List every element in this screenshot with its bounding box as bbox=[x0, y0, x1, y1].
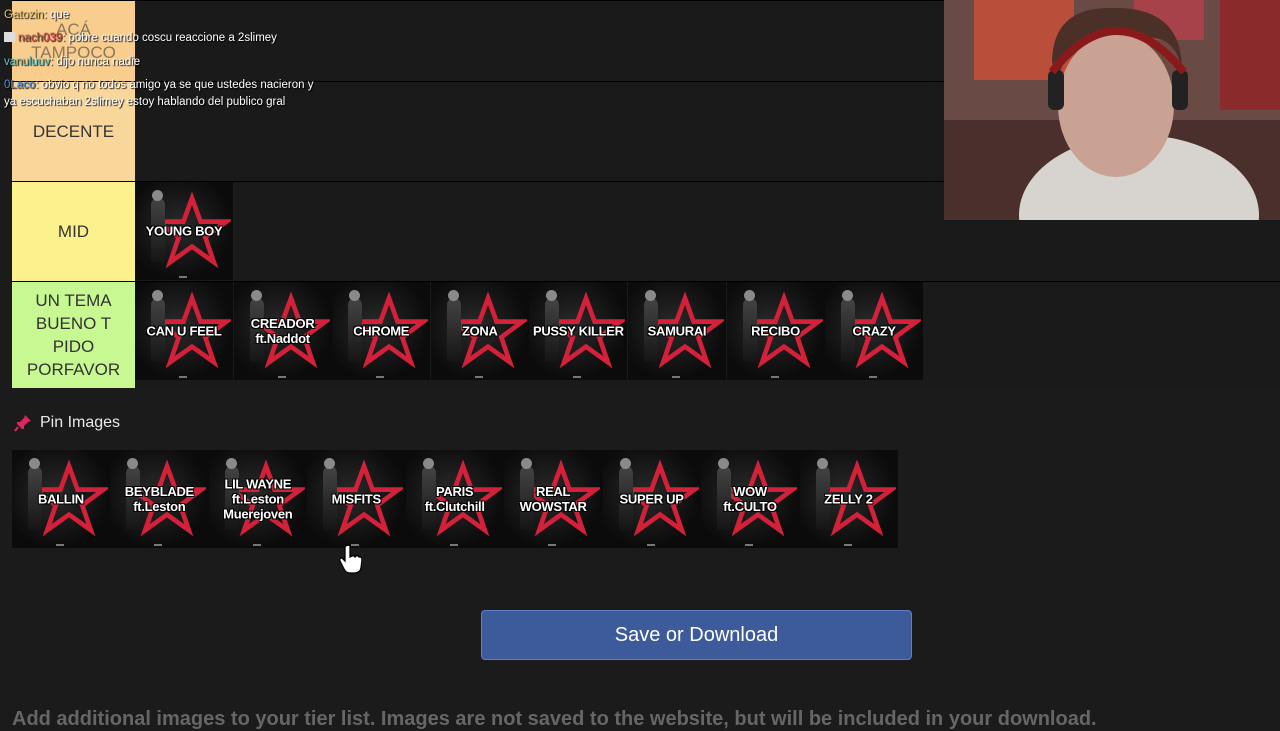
chat-message: 0Laco: obvio q no todos amigo ya se que … bbox=[4, 77, 313, 94]
chat-message: vanuluuv: dijo nunca nadie bbox=[4, 54, 140, 71]
song-tile[interactable]: WOW ft.CULTO bbox=[701, 450, 799, 548]
tile-marker bbox=[573, 376, 582, 378]
tier-label[interactable]: UN TEMA BUENO T PIDO PORFAVOR bbox=[12, 282, 135, 388]
song-tile[interactable]: RECIBO bbox=[726, 282, 825, 380]
song-tile[interactable]: CRAZY bbox=[825, 282, 924, 380]
save-or-download-button[interactable]: Save or Download bbox=[481, 610, 912, 660]
chat-username: Gatozin bbox=[4, 9, 44, 21]
song-title: CHROME bbox=[353, 323, 410, 339]
song-title: YOUNG BOY bbox=[145, 223, 223, 239]
tile-marker bbox=[252, 544, 261, 546]
tile-marker bbox=[179, 376, 187, 378]
chat-username: 0Laco bbox=[4, 79, 36, 91]
song-tile[interactable]: PARIS ft.Clutchill bbox=[405, 450, 504, 548]
song-title: PUSSY KILLER bbox=[532, 323, 624, 339]
tile-marker bbox=[548, 544, 557, 546]
song-title: CAN U FEEL bbox=[146, 323, 222, 339]
tile-marker bbox=[154, 544, 163, 546]
tier-items: YOUNG BOY bbox=[135, 182, 234, 281]
pin-images-row: BALLIN BEYBLADE ft.Leston LIL WAYNE ft.Lesto… bbox=[12, 450, 898, 548]
song-title: RECIBO bbox=[751, 323, 800, 339]
song-tile[interactable]: SAMURAI bbox=[627, 282, 726, 380]
song-title: ZONA bbox=[461, 323, 498, 339]
pin-icon bbox=[14, 415, 31, 432]
hand-cursor-icon bbox=[339, 544, 362, 574]
song-title: PARIS ft.Clutchill bbox=[424, 484, 485, 514]
song-tile[interactable]: PUSSY KILLER bbox=[529, 282, 628, 380]
chat-message: Gatozin: que bbox=[4, 7, 69, 24]
badge-icon bbox=[4, 32, 15, 42]
chat-text: dijo nunca nadie bbox=[56, 56, 141, 68]
tier-label-text: UN TEMA BUENO T PIDO PORFAVOR bbox=[26, 291, 121, 379]
tile-marker bbox=[770, 376, 779, 378]
tier-items: CAN U FEEL CREADOR ft.Naddot CHROME ZONA PUSS… bbox=[135, 282, 924, 380]
tile-marker bbox=[474, 376, 483, 378]
tier-row-un-tema-bueno: UN TEMA BUENO T PIDO PORFAVOR CAN U FEEL… bbox=[12, 281, 1280, 388]
tile-marker bbox=[376, 376, 385, 378]
song-tile[interactable]: YOUNG BOY bbox=[135, 182, 233, 280]
song-title: LIL WAYNE ft.Leston Muerejoven bbox=[223, 476, 293, 522]
chat-text: obvio q no todos amigo ya se que ustedes… bbox=[41, 79, 314, 91]
webcam-image bbox=[944, 0, 1280, 220]
tile-marker bbox=[869, 376, 878, 378]
song-tile[interactable]: CREADOR ft.Naddot bbox=[233, 282, 332, 380]
song-tile[interactable]: REAL WOWSTAR bbox=[504, 450, 603, 548]
song-tile[interactable]: BEYBLADE ft.Leston bbox=[110, 450, 209, 548]
song-title: SUPER UP bbox=[619, 491, 684, 507]
song-tile[interactable]: CAN U FEEL bbox=[135, 282, 233, 380]
tier-label-text: MID bbox=[57, 222, 90, 241]
song-title: ZELLY 2 bbox=[824, 491, 873, 507]
chat-text: ya escuchaban 2slimey estoy hablando del… bbox=[4, 96, 286, 108]
tile-marker bbox=[745, 544, 754, 546]
chat-username: vanuluuv bbox=[4, 56, 51, 68]
song-tile[interactable]: ZONA bbox=[430, 282, 529, 380]
tile-marker bbox=[646, 544, 655, 546]
song-tile[interactable]: LIL WAYNE ft.Leston Muerejoven bbox=[208, 450, 307, 548]
tier-label[interactable]: MID bbox=[12, 182, 135, 281]
song-title: CREADOR ft.Naddot bbox=[250, 316, 315, 346]
tile-marker bbox=[56, 544, 64, 546]
chat-text: que bbox=[50, 9, 70, 21]
song-title: BEYBLADE ft.Leston bbox=[124, 484, 194, 514]
song-title: REAL WOWSTAR bbox=[519, 484, 587, 514]
song-title: BALLIN bbox=[37, 491, 84, 507]
webcam-overlay bbox=[944, 0, 1280, 220]
song-tile[interactable]: MISFITS bbox=[307, 450, 406, 548]
chat-username: nach039 bbox=[18, 32, 63, 44]
tile-marker bbox=[277, 376, 286, 378]
song-title: WOW ft.CULTO bbox=[723, 484, 777, 514]
song-tile[interactable]: CHROME bbox=[332, 282, 431, 380]
tile-marker bbox=[449, 544, 458, 546]
pin-images-label: Pin Images bbox=[40, 414, 121, 431]
song-title: SAMURAI bbox=[647, 323, 707, 339]
tile-marker bbox=[671, 376, 680, 378]
chat-message: nach039: pobre cuando coscu reaccione a … bbox=[4, 30, 277, 47]
tile-marker bbox=[843, 544, 852, 546]
chat-message-continuation: ya escuchaban 2slimey estoy hablando del… bbox=[4, 94, 285, 111]
tile-marker bbox=[179, 276, 187, 278]
pin-images-header: Pin Images bbox=[14, 414, 120, 432]
song-tile[interactable]: SUPER UP bbox=[602, 450, 701, 548]
song-title: MISFITS bbox=[331, 491, 381, 507]
song-tile[interactable]: BALLIN bbox=[12, 450, 110, 548]
song-tile[interactable]: ZELLY 2 bbox=[799, 450, 898, 548]
tier-label-text: DECENTE bbox=[32, 122, 115, 141]
chat-text: pobre cuando coscu reaccione a 2slimey bbox=[68, 32, 277, 44]
song-title: CRAZY bbox=[852, 323, 897, 339]
